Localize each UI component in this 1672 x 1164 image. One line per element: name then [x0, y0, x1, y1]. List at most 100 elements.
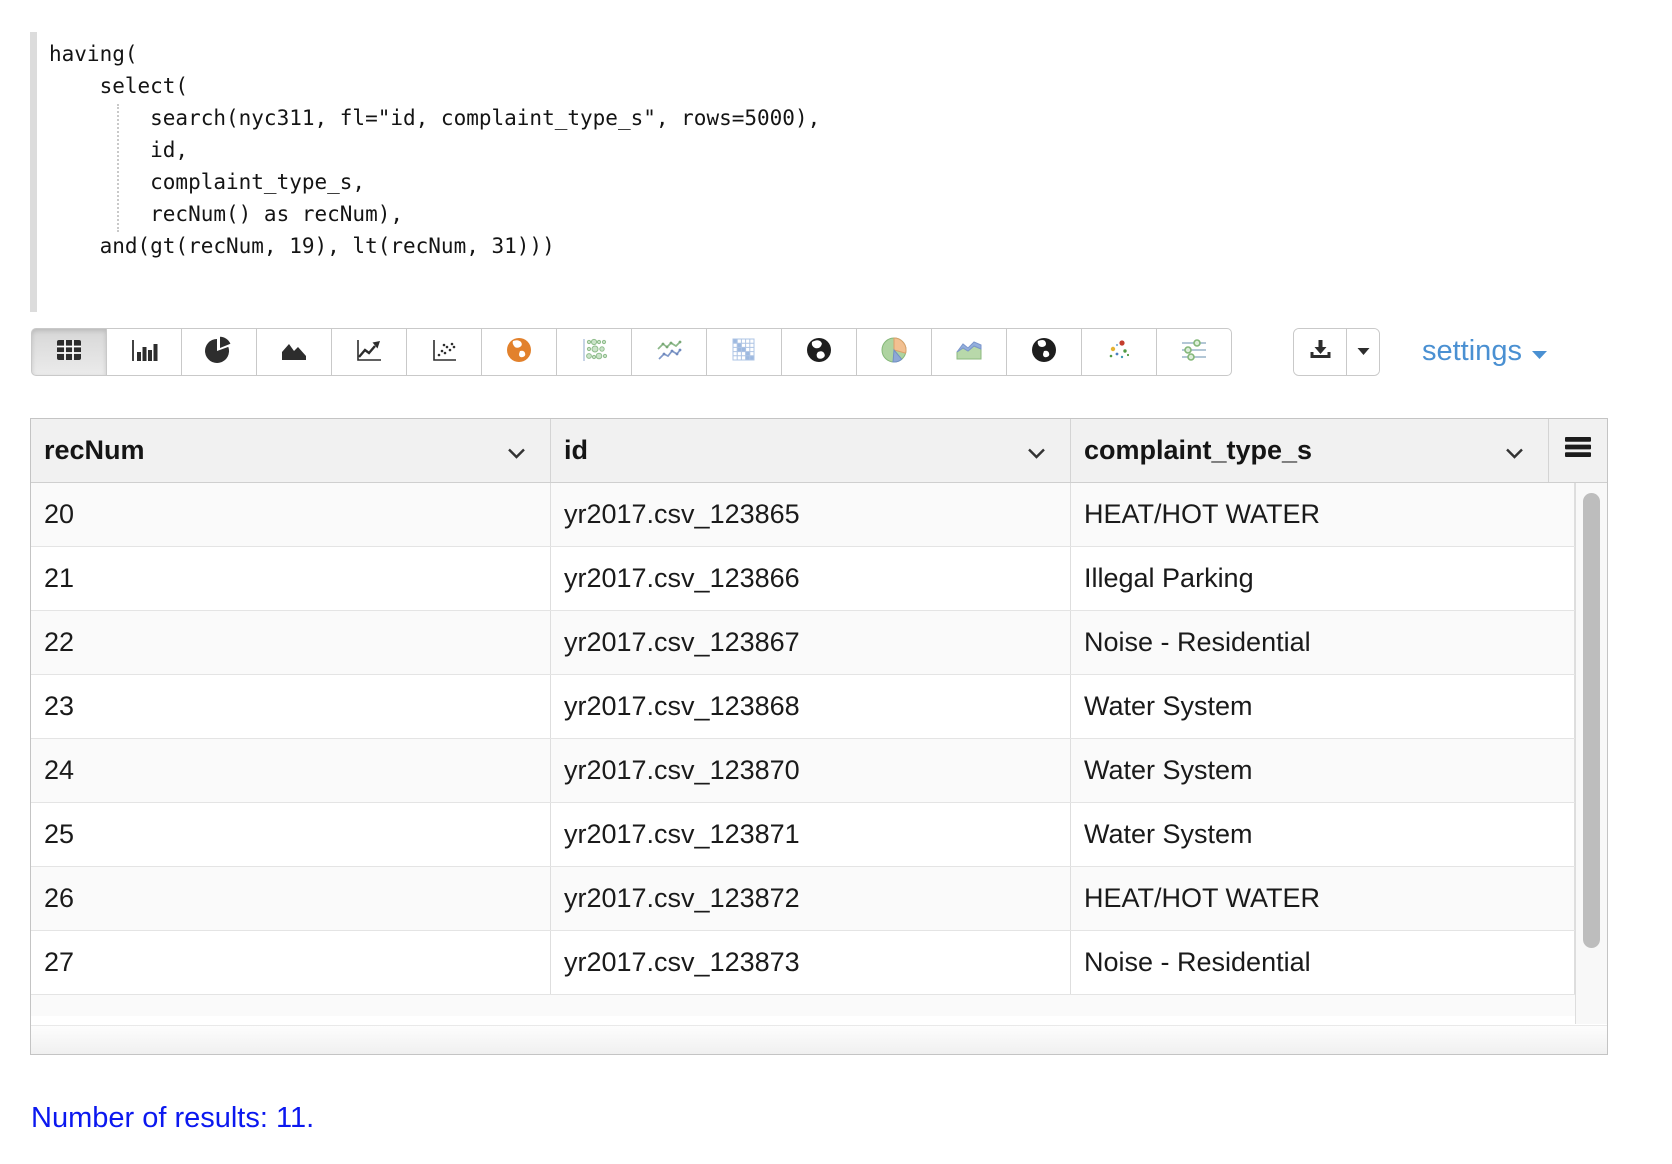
- cell-recnum: 27: [31, 931, 551, 994]
- viz-area-chart-button[interactable]: [256, 328, 332, 376]
- results-table: recNum id complaint_type_s: [30, 418, 1608, 1055]
- cell-recnum: 25: [31, 803, 551, 866]
- vertical-scrollbar-thumb[interactable]: [1583, 493, 1600, 948]
- table-icon: [54, 337, 84, 368]
- viz-bar-chart-button[interactable]: [106, 328, 182, 376]
- chevron-down-icon[interactable]: [507, 435, 526, 466]
- code-line: and(gt(recNum, 19), lt(recNum, 31))): [49, 230, 1230, 262]
- download-options-button[interactable]: [1346, 329, 1379, 375]
- table-row[interactable]: 22 yr2017.csv_123867 Noise - Residential: [31, 611, 1607, 675]
- viz-scatter-chart-button[interactable]: [406, 328, 482, 376]
- table-menu-button[interactable]: [1549, 419, 1607, 482]
- indent-guide: [117, 104, 119, 232]
- viz-multi-line-button[interactable]: [631, 328, 707, 376]
- vertical-scrollbar[interactable]: [1575, 483, 1607, 1024]
- cell-complaint-type: Water System: [1071, 675, 1575, 738]
- cell-complaint-type: Water System: [1071, 739, 1575, 802]
- globe-orange-icon: [504, 336, 534, 369]
- column-label: complaint_type_s: [1084, 435, 1312, 466]
- table-row[interactable]: 25 yr2017.csv_123871 Water System: [31, 803, 1607, 867]
- hamburger-menu-icon: [1563, 435, 1593, 466]
- partial-row: [31, 995, 1607, 1016]
- cell-id: yr2017.csv_123866: [551, 547, 1071, 610]
- column-header-recnum[interactable]: recNum: [31, 419, 551, 482]
- cell-complaint-type: Water System: [1071, 803, 1575, 866]
- chevron-down-icon[interactable]: [1027, 435, 1046, 466]
- viz-line-chart-button[interactable]: [331, 328, 407, 376]
- table-header-row: recNum id complaint_type_s: [31, 419, 1607, 483]
- table-row[interactable]: 24 yr2017.csv_123870 Water System: [31, 739, 1607, 803]
- download-icon: [1307, 338, 1334, 367]
- multi-line-chart-icon: [654, 336, 684, 369]
- settings-link[interactable]: settings: [1422, 335, 1548, 368]
- caret-down-icon: [1356, 343, 1371, 361]
- cell-complaint-type: Noise - Residential: [1071, 931, 1575, 994]
- area-chart-icon: [279, 337, 309, 368]
- cell-id: yr2017.csv_123872: [551, 867, 1071, 930]
- code-line: recNum() as recNum),: [49, 198, 1230, 230]
- heatmap-icon: [729, 336, 759, 369]
- cell-recnum: 20: [31, 483, 551, 546]
- bar-chart-icon: [129, 337, 159, 368]
- results-count-text: Number of results: 11.: [31, 1102, 314, 1135]
- viz-color-pie-button[interactable]: [856, 328, 932, 376]
- cell-complaint-type: Noise - Residential: [1071, 611, 1575, 674]
- viz-globe-2-button[interactable]: [1006, 328, 1082, 376]
- color-scatter-icon: [1104, 336, 1134, 369]
- column-label: recNum: [44, 435, 145, 466]
- column-header-complaint-type[interactable]: complaint_type_s: [1071, 419, 1549, 482]
- cell-recnum: 24: [31, 739, 551, 802]
- code-line: id,: [49, 134, 1230, 166]
- chevron-down-icon[interactable]: [1505, 435, 1524, 466]
- visualization-toolbar: settings: [31, 328, 1642, 376]
- viz-map-orange-button[interactable]: [481, 328, 557, 376]
- cell-id: yr2017.csv_123868: [551, 675, 1071, 738]
- streaming-expression-results-page: having( select( search(nyc311, fl="id, c…: [0, 0, 1672, 1164]
- globe-dark-icon: [804, 336, 834, 369]
- stacked-area-chart-icon: [954, 336, 984, 369]
- download-button-group: [1293, 328, 1380, 376]
- viz-parallel-coordinates-button[interactable]: [1156, 328, 1232, 376]
- parallel-coordinates-icon: [1179, 336, 1209, 369]
- cell-complaint-type: Illegal Parking: [1071, 547, 1575, 610]
- horizontal-scrollbar[interactable]: [31, 1025, 1607, 1054]
- scatter-chart-icon: [429, 337, 459, 368]
- code-line: complaint_type_s,: [49, 166, 1230, 198]
- cell-complaint-type: HEAT/HOT WATER: [1071, 867, 1575, 930]
- cell-id: yr2017.csv_123867: [551, 611, 1071, 674]
- cell-recnum: 22: [31, 611, 551, 674]
- table-row[interactable]: 23 yr2017.csv_123868 Water System: [31, 675, 1607, 739]
- viz-bubble-matrix-button[interactable]: [556, 328, 632, 376]
- cell-id: yr2017.csv_123873: [551, 931, 1071, 994]
- table-row[interactable]: 20 yr2017.csv_123865 HEAT/HOT WATER: [31, 483, 1607, 547]
- viz-pie-chart-button[interactable]: [181, 328, 257, 376]
- table-row[interactable]: 21 yr2017.csv_123866 Illegal Parking: [31, 547, 1607, 611]
- code-line: having(: [49, 38, 1230, 70]
- viz-stacked-area-button[interactable]: [931, 328, 1007, 376]
- bubble-matrix-icon: [579, 336, 609, 369]
- column-header-id[interactable]: id: [551, 419, 1071, 482]
- cell-recnum: 26: [31, 867, 551, 930]
- cell-complaint-type: HEAT/HOT WATER: [1071, 483, 1575, 546]
- cell-recnum: 23: [31, 675, 551, 738]
- color-pie-chart-icon: [879, 336, 909, 369]
- line-chart-icon: [354, 337, 384, 368]
- table-row[interactable]: 27 yr2017.csv_123873 Noise - Residential: [31, 931, 1607, 995]
- cell-id: yr2017.csv_123870: [551, 739, 1071, 802]
- pie-chart-icon: [204, 336, 234, 369]
- viz-button-group: [31, 328, 1642, 376]
- viz-color-scatter-button[interactable]: [1081, 328, 1157, 376]
- cell-recnum: 21: [31, 547, 551, 610]
- settings-label: settings: [1422, 335, 1522, 368]
- viz-heatmap-button[interactable]: [706, 328, 782, 376]
- code-line: search(nyc311, fl="id, complaint_type_s"…: [49, 102, 1230, 134]
- column-label: id: [564, 435, 588, 466]
- query-code-block[interactable]: having( select( search(nyc311, fl="id, c…: [30, 32, 1230, 312]
- viz-table-button[interactable]: [31, 328, 107, 376]
- table-body: 20 yr2017.csv_123865 HEAT/HOT WATER 21 y…: [31, 483, 1607, 1016]
- cell-id: yr2017.csv_123871: [551, 803, 1071, 866]
- table-row[interactable]: 26 yr2017.csv_123872 HEAT/HOT WATER: [31, 867, 1607, 931]
- globe-dark-icon: [1029, 336, 1059, 369]
- viz-globe-button[interactable]: [781, 328, 857, 376]
- download-button[interactable]: [1294, 329, 1346, 375]
